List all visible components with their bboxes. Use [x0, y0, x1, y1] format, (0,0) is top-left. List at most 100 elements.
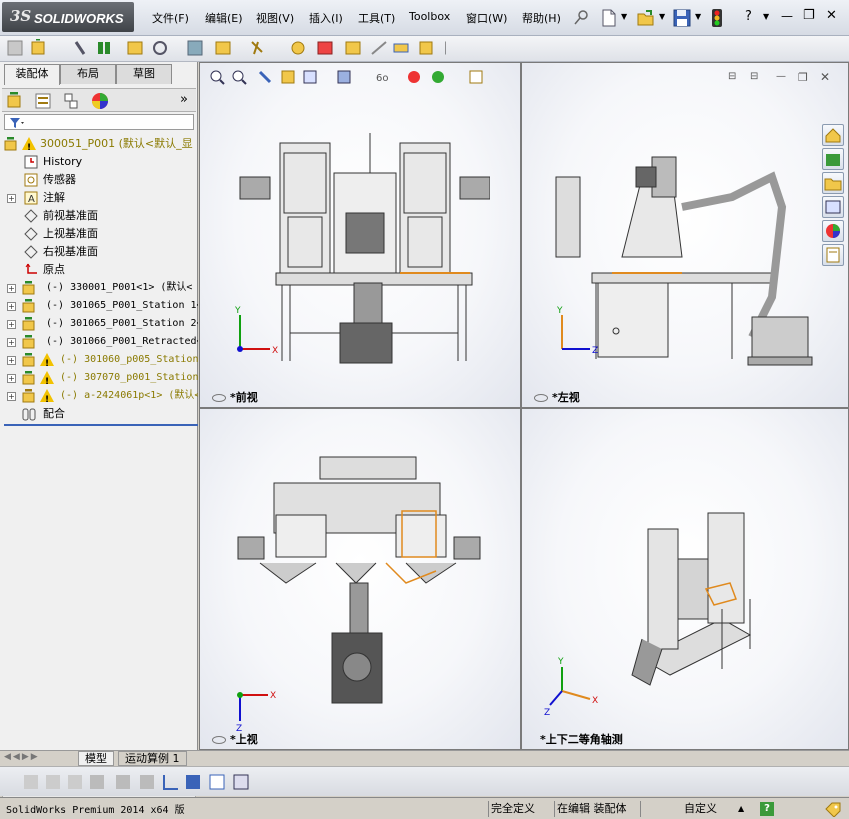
menu-window[interactable]: 窗口(W): [466, 10, 507, 26]
design-library-icon[interactable]: [822, 148, 844, 170]
tree-item-mates[interactable]: 配合: [0, 405, 198, 423]
tree-item-root-assembly[interactable]: 300051_P001 (默认<默认_显: [0, 135, 198, 153]
new-document-icon[interactable]: [601, 9, 617, 27]
save-icon[interactable]: [673, 9, 691, 27]
tree-item-component[interactable]: + (-) 301065_P001_Station 2<: [0, 315, 198, 333]
subassembly-icon: [22, 335, 35, 349]
display-manager-icon[interactable]: [90, 91, 110, 111]
units-dropdown-icon[interactable]: ▲: [738, 801, 744, 817]
solidworks-resources-icon[interactable]: [822, 124, 844, 146]
menu-help[interactable]: 帮助(H): [522, 10, 561, 26]
tree-item-origin[interactable]: 原点: [0, 261, 198, 279]
chevron-down-icon[interactable]: ▼: [621, 12, 627, 21]
tree-item-top-plane[interactable]: 上视基准面: [0, 225, 198, 243]
tree-item-component[interactable]: + (-) 330001_P001<1> (默认<: [0, 279, 198, 297]
rollback-bar[interactable]: [4, 424, 198, 426]
view-icon: [534, 394, 548, 402]
tab-layout[interactable]: 布局: [60, 64, 116, 84]
product-version: SolidWorks Premium 2014 x64 版: [6, 805, 185, 816]
viewport-top[interactable]: X Z *上视: [199, 408, 521, 750]
tab-scroll-arrows[interactable]: ◀◀▶▶: [4, 752, 40, 762]
expand-toggle[interactable]: +: [7, 392, 16, 401]
tree-item-label: 300051_P001 (默认<默认_显: [40, 137, 193, 150]
tab-model[interactable]: 模型: [78, 751, 114, 766]
solidworks-logo[interactable]: 3S SOLIDWORKS: [2, 2, 134, 32]
apply-scene-icon: [432, 71, 444, 83]
tree-item-front-plane[interactable]: 前视基准面: [0, 207, 198, 225]
tab-motion-study[interactable]: 运动算例 1: [118, 751, 187, 766]
menu-insert[interactable]: 插入(I): [309, 10, 343, 26]
menu-view[interactable]: 视图(V): [256, 10, 294, 26]
expand-toggle[interactable]: +: [7, 194, 16, 203]
tree-item-component-warning[interactable]: + (-) a-2424061p<1> (默认<: [0, 387, 198, 405]
expand-toggle[interactable]: +: [7, 374, 16, 383]
appearances-scenes-icon[interactable]: [822, 220, 844, 242]
viewport-minimize-button[interactable]: —: [776, 71, 786, 82]
status-bar: SolidWorks Premium 2014 x64 版 完全定义 在编辑 装…: [0, 797, 849, 819]
warning-icon: [40, 371, 54, 387]
chevron-down-icon[interactable]: ▼: [695, 12, 701, 21]
property-manager-icon[interactable]: [34, 92, 52, 110]
viewport-restore-button[interactable]: ❐: [798, 71, 808, 84]
tree-item-sensors[interactable]: 传感器: [0, 171, 198, 189]
tree-item-component[interactable]: + (-) 301065_P001_Station 1<: [0, 297, 198, 315]
file-explorer-icon[interactable]: [822, 172, 844, 194]
expand-toggle[interactable]: +: [7, 302, 16, 311]
toolbar-icons[interactable]: [6, 39, 446, 59]
exploded-view-icon: [345, 41, 361, 55]
open-folder-icon[interactable]: [637, 9, 655, 27]
close-button[interactable]: ✕: [826, 8, 837, 23]
svg-text:A: A: [28, 194, 35, 205]
split-vertical-icon[interactable]: ⊟: [750, 71, 758, 82]
tree-item-history[interactable]: History: [0, 153, 198, 171]
tag-icon[interactable]: [824, 801, 842, 817]
view-palette-icon[interactable]: [822, 196, 844, 218]
tree-item-component-warning[interactable]: + (-) 307070_p001_Station: [0, 369, 198, 387]
traffic-light-icon[interactable]: [711, 8, 723, 28]
pin-icon[interactable]: [574, 10, 588, 26]
minimize-button[interactable]: —: [781, 9, 793, 23]
panel-manager-tabs: »: [2, 88, 196, 112]
show-hidden-icon: [187, 40, 203, 56]
tree-item-annotations[interactable]: + A 注解: [0, 189, 198, 207]
chevron-down-icon[interactable]: ▼: [763, 12, 769, 21]
menu-edit[interactable]: 编辑(E): [205, 10, 243, 26]
view-icon: [212, 394, 226, 402]
chevron-down-icon[interactable]: ▼: [659, 12, 665, 21]
tab-sketch[interactable]: 草图: [116, 64, 172, 84]
menu-toolbox[interactable]: Toolbox: [409, 10, 450, 23]
filter-input[interactable]: [4, 114, 194, 130]
restore-button[interactable]: ❐: [803, 8, 815, 23]
tree-item-component-warning[interactable]: + (-) 301060_p005_Station: [0, 351, 198, 369]
split-horizontal-icon[interactable]: ⊟: [728, 71, 736, 82]
expand-panel-button[interactable]: »: [180, 92, 188, 107]
viewport-isometric[interactable]: Y X Z *上下二等角轴测: [521, 408, 849, 750]
tab-assembly[interactable]: 装配体: [4, 64, 60, 85]
logo-text: SOLIDWORKS: [34, 11, 124, 26]
viewport-close-button[interactable]: ✕: [820, 70, 830, 84]
configuration-manager-icon[interactable]: [62, 92, 80, 110]
tree-item-component[interactable]: + (-) 301066_P001_Retracted<: [0, 333, 198, 351]
custom-properties-icon[interactable]: [822, 244, 844, 266]
help-button[interactable]: ?: [745, 9, 752, 24]
viewport-front[interactable]: Y X *前视: [199, 62, 521, 408]
view-toolbar-icons[interactable]: 6o: [208, 68, 508, 88]
feature-manager-icon[interactable]: [6, 92, 24, 110]
tree-item-right-plane[interactable]: 右视基准面: [0, 243, 198, 261]
help-icon[interactable]: ?: [760, 802, 774, 816]
menu-tools[interactable]: 工具(T): [358, 10, 395, 26]
plane-icon: [24, 245, 38, 259]
expand-toggle[interactable]: +: [7, 320, 16, 329]
command-toolbar: [0, 36, 849, 62]
units-custom[interactable]: 自定义: [684, 801, 717, 817]
expand-toggle[interactable]: +: [7, 356, 16, 365]
task-pane-tabs: [820, 120, 846, 272]
expand-toggle[interactable]: +: [7, 284, 16, 293]
interference-detection-icon: [393, 43, 409, 53]
menu-file[interactable]: 文件(F): [152, 10, 189, 26]
history-icon: [24, 155, 38, 169]
bottom-toolbar-icons[interactable]: [20, 772, 260, 792]
viewport-left[interactable]: Y Z ⊟ ⊟ — ❐ ✕ *左视: [521, 62, 849, 408]
part-icon: [22, 389, 35, 403]
expand-toggle[interactable]: +: [7, 338, 16, 347]
